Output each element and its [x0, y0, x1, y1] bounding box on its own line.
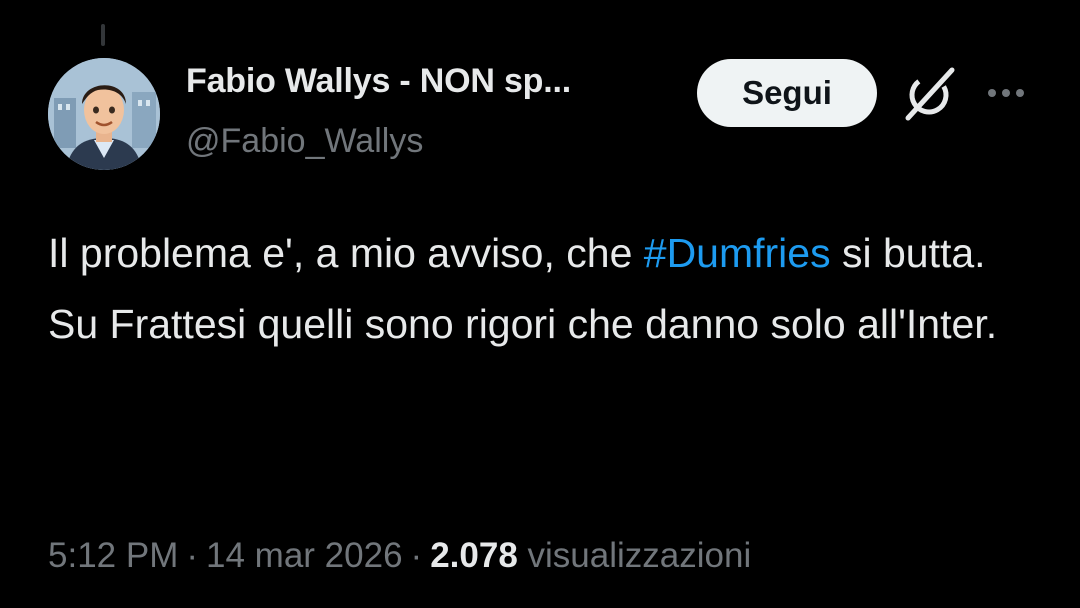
tweet-text-segment: si butta. — [830, 230, 986, 276]
views-label[interactable]: visualizzazioni — [528, 536, 752, 575]
tweet-text: Il problema e', a mio avviso, che #Dumfr… — [48, 218, 1048, 360]
views-count[interactable]: 2.078 — [430, 536, 518, 575]
grok-icon[interactable] — [898, 64, 960, 124]
tweet-meta: 5:12 PM · 14 mar 2026 · 2.078 visualizzazion… — [48, 536, 751, 576]
author-handle[interactable]: @Fabio_Wallys — [186, 122, 423, 161]
hashtag-link[interactable]: #Dumfries — [644, 230, 831, 276]
thread-connector-line — [101, 24, 105, 46]
tweet-paragraph-1: Il problema e', a mio avviso, che #Dumfr… — [48, 218, 1048, 289]
tweet-date[interactable]: 14 mar 2026 — [206, 536, 403, 575]
follow-button[interactable]: Segui — [697, 59, 877, 127]
more-options-icon[interactable] — [983, 80, 1029, 106]
tweet-time[interactable]: 5:12 PM — [48, 536, 178, 575]
meta-separator: · — [410, 536, 423, 575]
author-display-name[interactable]: Fabio Wallys - NON sp... — [186, 62, 571, 101]
tweet-paragraph-2: Su Frattesi quelli sono rigori che danno… — [48, 301, 998, 347]
meta-separator: · — [186, 536, 199, 575]
avatar[interactable] — [48, 58, 160, 170]
tweet-text-segment: Il problema e', a mio avviso, che — [48, 230, 644, 276]
